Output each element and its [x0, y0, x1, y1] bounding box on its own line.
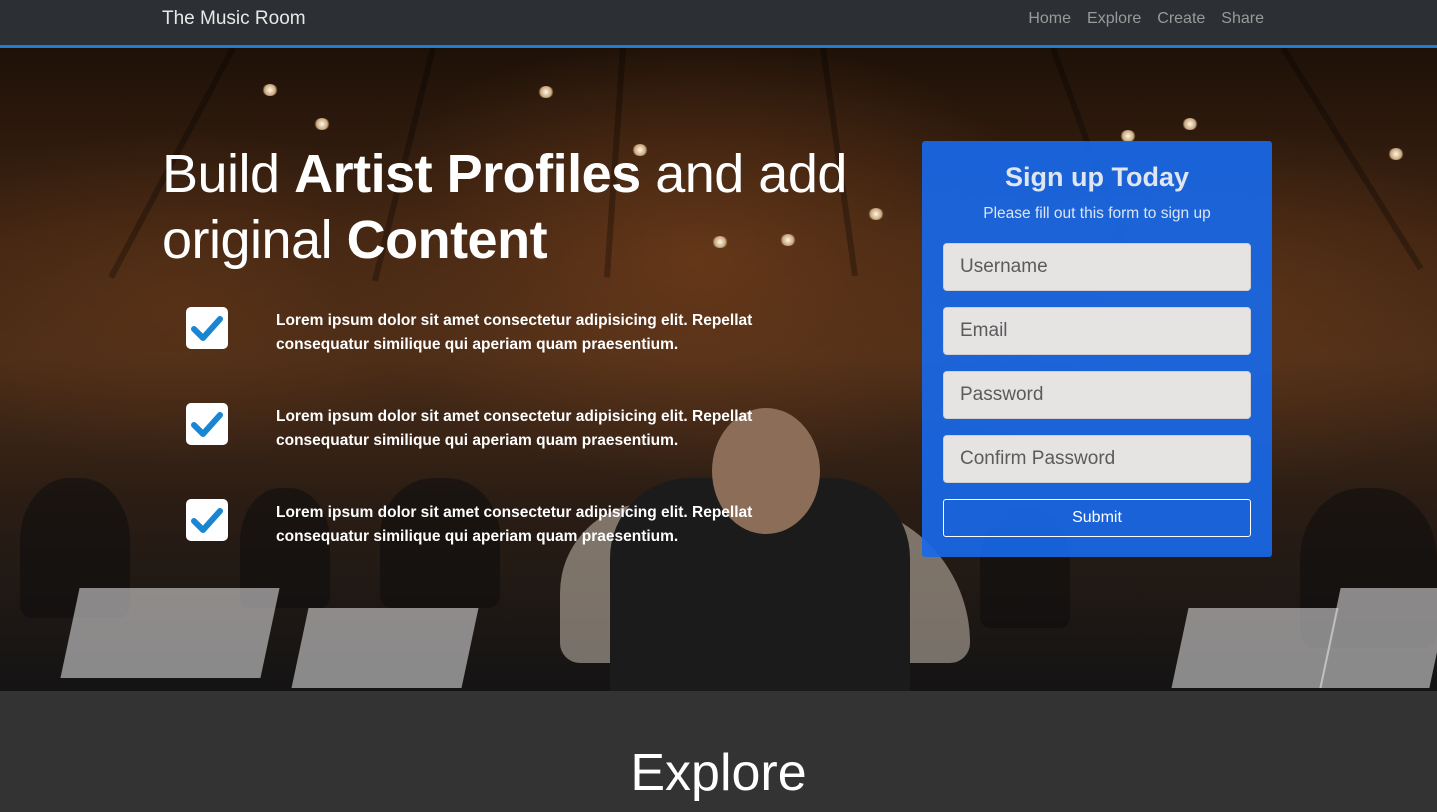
feature-text: Lorem ipsum dolor sit amet consectetur a…: [276, 504, 753, 545]
nav-links: Home Explore Create Share: [1028, 10, 1264, 28]
nav-link-explore[interactable]: Explore: [1087, 10, 1141, 28]
username-input[interactable]: [943, 243, 1251, 291]
submit-button[interactable]: Submit: [943, 499, 1251, 537]
confirm-password-input[interactable]: [943, 435, 1251, 483]
feature-item: Lorem ipsum dolor sit amet consectetur a…: [186, 499, 846, 559]
headline-emphasis: Content: [346, 210, 548, 270]
feature-item: Lorem ipsum dolor sit amet consectetur a…: [186, 307, 846, 367]
navbar: The Music Room Home Explore Create Share: [0, 0, 1437, 48]
password-input[interactable]: [943, 371, 1251, 419]
email-input[interactable]: [943, 307, 1251, 355]
signup-subtitle: Please fill out this form to sign up: [983, 205, 1211, 222]
hero-headline: Build Artist Profiles and add original C…: [162, 141, 862, 273]
check-icon: [186, 499, 228, 541]
headline-emphasis: Artist Profiles: [294, 144, 641, 204]
signup-form: Sign up Today Please fill out this form …: [922, 141, 1272, 557]
explore-section: Explore: [0, 691, 1437, 812]
feature-text: Lorem ipsum dolor sit amet consectetur a…: [276, 408, 753, 449]
brand-logo-link[interactable]: The Music Room: [162, 8, 306, 30]
hero-section: Build Artist Profiles and add original C…: [0, 48, 1437, 691]
nav-link-share[interactable]: Share: [1221, 10, 1264, 28]
nav-link-home[interactable]: Home: [1028, 10, 1071, 28]
feature-text: Lorem ipsum dolor sit amet consectetur a…: [276, 312, 753, 353]
nav-link-create[interactable]: Create: [1157, 10, 1205, 28]
headline-part: Build: [162, 144, 295, 204]
feature-item: Lorem ipsum dolor sit amet consectetur a…: [186, 403, 846, 463]
check-icon: [186, 307, 228, 349]
check-icon: [186, 403, 228, 445]
explore-heading: Explore: [630, 744, 807, 802]
signup-title: Sign up Today: [1005, 162, 1189, 192]
